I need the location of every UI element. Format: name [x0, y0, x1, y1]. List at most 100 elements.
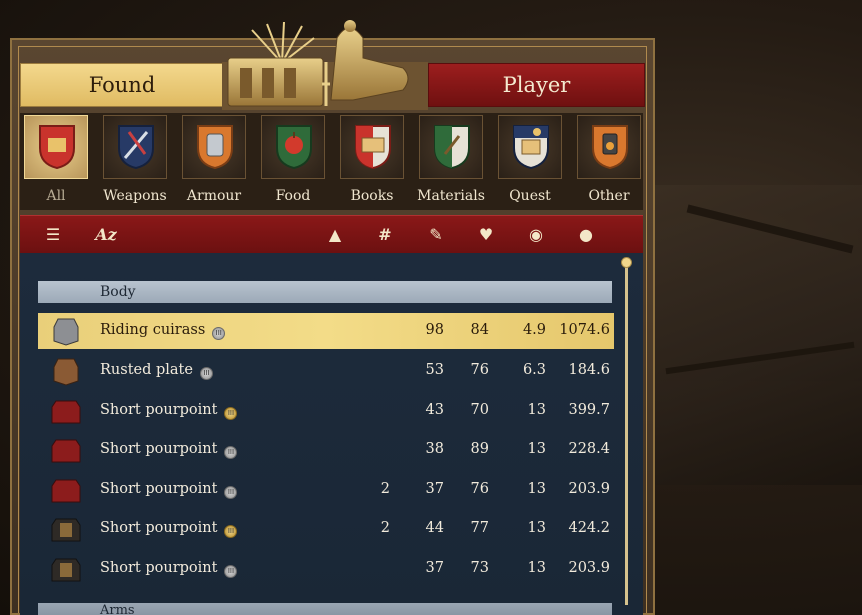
strength-icon[interactable]: ✎: [425, 224, 447, 246]
price-icon[interactable]: ●: [575, 224, 597, 246]
category-food[interactable]: Food: [257, 113, 329, 210]
item-weight: 13: [527, 481, 546, 497]
item-stat-a: 53: [425, 362, 444, 378]
other-icon: [592, 125, 628, 170]
scrollbar-thumb[interactable]: [621, 257, 632, 268]
all-items-shield-icon: [39, 125, 75, 170]
category-armour[interactable]: Armour: [178, 113, 250, 210]
cuirass-icon: [53, 318, 79, 346]
category-books-tile: [340, 115, 404, 179]
tab-found-label: Found: [88, 73, 156, 97]
sort-bar: ☰ Az ▲ # ✎ ♥ ◉ ●: [20, 215, 643, 254]
item-name: Short pourpoint III: [100, 481, 238, 499]
item-name: Short pourpoint III: [100, 560, 238, 578]
item-stat-a: 37: [425, 481, 444, 497]
silver-coin-icon: III: [224, 565, 238, 578]
item-name: Riding cuirass III: [100, 322, 226, 340]
item-stat-b: 70: [470, 402, 489, 418]
silver-coin-icon: III: [224, 486, 238, 499]
heraldic-emblem-icon: [222, 20, 428, 110]
category-all-tile: [24, 115, 88, 179]
item-row[interactable]: Short pourpoint III 2 44 77 13 424.2: [38, 511, 614, 547]
category-quest[interactable]: Quest: [494, 113, 566, 210]
item-stat-b: 76: [470, 481, 489, 497]
category-weapons[interactable]: Weapons: [99, 113, 171, 210]
category-books[interactable]: Books: [336, 113, 408, 210]
pourpoint-icon: [51, 479, 81, 503]
pourpoint-icon: [51, 518, 81, 542]
armour-slot-icon[interactable]: ▲: [324, 224, 346, 246]
item-stat-b: 76: [470, 362, 489, 378]
item-price: 203.9: [568, 481, 610, 497]
food-icon: [276, 125, 312, 170]
item-stat-a: 43: [425, 402, 444, 418]
background-chest: [655, 185, 862, 485]
item-weight: 13: [527, 441, 546, 457]
materials-icon: [434, 125, 470, 170]
item-row[interactable]: Short pourpoint III 2 37 76 13 203.9: [38, 472, 614, 508]
section-header-arms: Arms: [38, 603, 612, 615]
count-icon[interactable]: #: [374, 224, 396, 246]
silver-coin-icon: III: [199, 367, 213, 380]
pourpoint-icon: [51, 558, 81, 582]
item-stat-b: 73: [470, 560, 489, 576]
alphabetical-sort-icon[interactable]: Az: [95, 224, 117, 246]
item-weight: 13: [527, 520, 546, 536]
pourpoint-icon: [51, 439, 81, 463]
item-price: 399.7: [568, 402, 610, 418]
item-stat-b: 77: [470, 520, 489, 536]
item-stat-b: 84: [470, 322, 489, 338]
item-count: 2: [380, 520, 390, 536]
item-stat-b: 89: [470, 441, 489, 457]
tab-player[interactable]: Player: [428, 63, 645, 107]
item-name: Short pourpoint III: [100, 520, 238, 538]
plate-armour-icon: [53, 358, 79, 386]
item-stat-a: 37: [425, 560, 444, 576]
category-food-tile: [261, 115, 325, 179]
item-name: Short pourpoint III: [100, 402, 238, 420]
gold-coin-icon: III: [224, 525, 238, 538]
item-name: Short pourpoint III: [100, 441, 238, 459]
item-price: 424.2: [568, 520, 610, 536]
item-stat-a: 98: [425, 322, 444, 338]
category-bar: All Weapons Armour Food Books Materials …: [20, 113, 643, 210]
category-armour-tile: [182, 115, 246, 179]
gold-coin-icon: III: [224, 407, 238, 420]
item-row[interactable]: Short pourpoint III 38 89 13 228.4: [38, 432, 614, 468]
scrollbar-track[interactable]: [625, 265, 628, 605]
item-row[interactable]: Riding cuirass III 98 84 4.9 1074.6: [38, 313, 614, 349]
tab-player-label: Player: [502, 73, 571, 97]
category-other-label: Other: [588, 188, 630, 204]
item-weight: 4.9: [522, 322, 546, 338]
item-row[interactable]: Short pourpoint III 37 73 13 203.9: [38, 551, 614, 587]
category-other[interactable]: Other: [573, 113, 645, 210]
item-weight: 13: [527, 402, 546, 418]
pourpoint-icon: [51, 400, 81, 424]
item-weight: 13: [527, 560, 546, 576]
item-name: Rusted plate III: [100, 362, 213, 380]
silver-coin-icon: III: [224, 446, 238, 459]
category-all[interactable]: All: [20, 113, 92, 210]
tab-found[interactable]: Found: [20, 63, 224, 107]
item-weight: 6.3: [522, 362, 546, 378]
item-price: 203.9: [568, 560, 610, 576]
item-row[interactable]: Short pourpoint III 43 70 13 399.7: [38, 393, 614, 429]
item-stat-a: 38: [425, 441, 444, 457]
category-materials[interactable]: Materials: [415, 113, 487, 210]
item-stat-a: 44: [425, 520, 444, 536]
category-other-tile: [577, 115, 641, 179]
sort-icon[interactable]: ☰: [42, 224, 64, 246]
item-count: 2: [380, 481, 390, 497]
item-price: 228.4: [568, 441, 610, 457]
item-price: 1074.6: [559, 322, 610, 338]
item-list: Body Riding cuirass III 98 84 4.9 1074.6 …: [20, 253, 643, 615]
armour-icon: [197, 125, 233, 170]
silver-coin-icon: III: [212, 327, 226, 340]
condition-icon[interactable]: ♥: [475, 224, 497, 246]
weight-icon[interactable]: ◉: [525, 224, 547, 246]
weapons-icon: [118, 125, 154, 170]
item-row[interactable]: Rusted plate III 53 76 6.3 184.6: [38, 353, 614, 389]
category-weapons-tile: [103, 115, 167, 179]
quest-icon: [513, 125, 549, 170]
books-icon: [355, 125, 391, 170]
